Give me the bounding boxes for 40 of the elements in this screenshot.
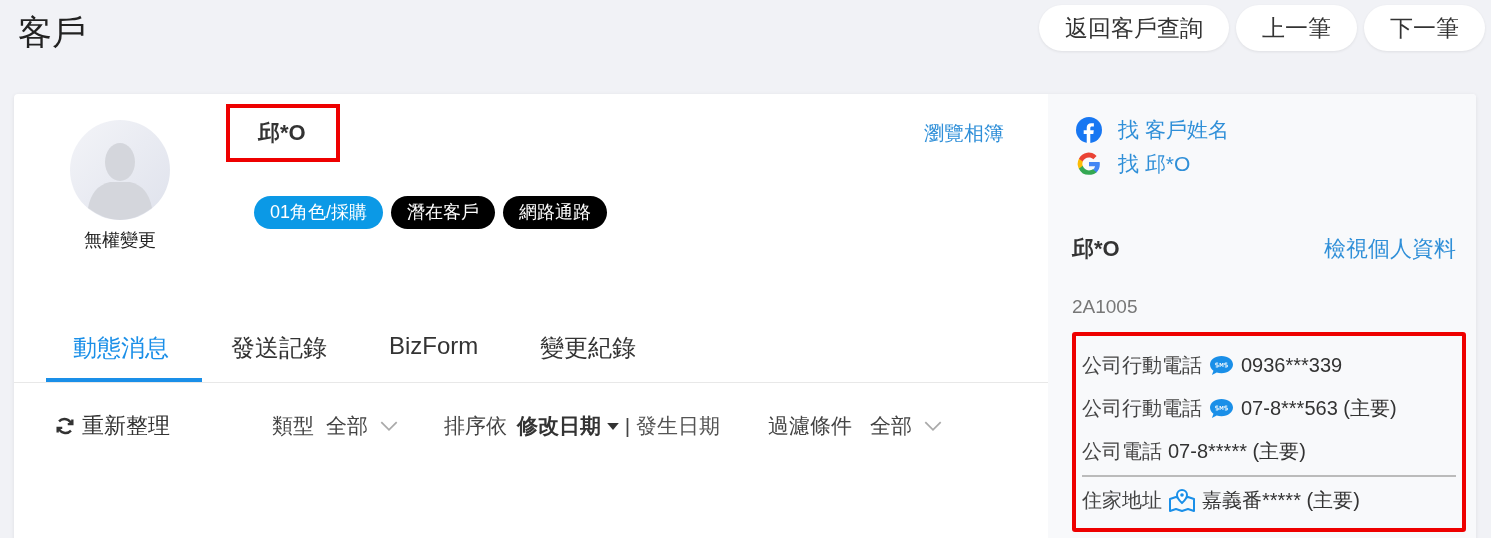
contact-label: 公司行動電話 (1082, 396, 1202, 421)
tab[interactable]: 發送記錄 (204, 332, 360, 382)
sort-label: 排序依 (443, 413, 507, 439)
contact-label: 公司電話 (1082, 439, 1162, 464)
map-pin-icon[interactable] (1168, 488, 1196, 513)
nav-button[interactable]: 上一筆 (1236, 5, 1357, 51)
chevron-down-icon (923, 420, 942, 432)
caret-down-icon (606, 422, 619, 430)
separator: | (624, 414, 631, 438)
nav-button[interactable]: 返回客戶查詢 (1039, 5, 1229, 51)
avatar-icon (70, 120, 170, 220)
customer-code: 2A1005 (1072, 296, 1139, 318)
album-link[interactable]: 瀏覽相簿 (924, 120, 1004, 147)
sms-icon[interactable] (1208, 354, 1235, 377)
sort-option[interactable]: 修改日期 (516, 412, 619, 440)
page-title: 客戶 (18, 12, 86, 53)
facebook-icon (1076, 117, 1102, 143)
contact-value: 07-8***** (主要) (1168, 439, 1306, 464)
type-dropdown[interactable]: 類型 全部 (272, 412, 398, 440)
tag: 潛在客戶 (391, 196, 496, 229)
tag: 01角色/採購 (254, 196, 384, 229)
contact-value: 07-8***563 (主要) (1241, 396, 1397, 421)
sort-option[interactable]: 發生日期 (636, 412, 721, 440)
refresh-button[interactable]: 重新整理 (54, 411, 170, 441)
avatar-caption: 無權變更 (84, 229, 156, 252)
google-icon (1076, 151, 1102, 177)
person-name: 邱*O (1072, 235, 1120, 263)
refresh-icon (54, 415, 76, 437)
tab[interactable]: 變更紀錄 (513, 332, 670, 382)
contact-value: 0936***339 (1241, 354, 1343, 377)
customer-name: 邱*O (258, 119, 306, 147)
filter-dropdown[interactable]: 過濾條件 全部 (768, 412, 942, 440)
tab[interactable]: BizForm (362, 332, 512, 382)
sms-icon[interactable] (1208, 397, 1235, 420)
nav-button[interactable]: 下一筆 (1364, 5, 1485, 51)
contact-label: 公司行動電話 (1082, 353, 1202, 378)
address-label: 住家地址 (1082, 488, 1162, 513)
tag: 網路通路 (503, 196, 608, 229)
address-value: 嘉義番***** (主要) (1202, 488, 1360, 513)
chevron-down-icon (379, 420, 398, 432)
